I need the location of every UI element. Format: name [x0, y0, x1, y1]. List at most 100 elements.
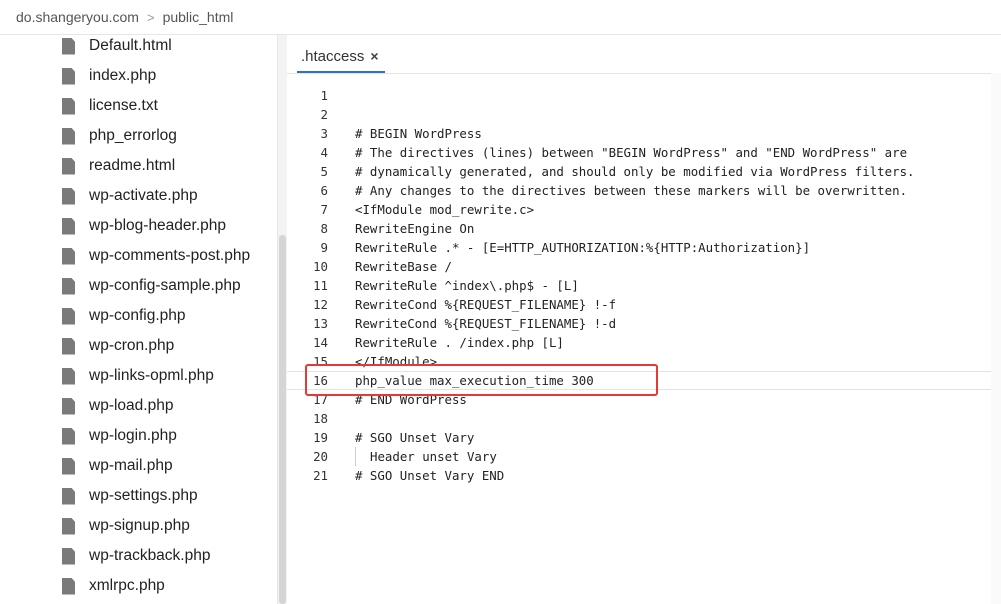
- line-number: 2: [320, 107, 328, 122]
- file-icon: [62, 157, 75, 175]
- code-line[interactable]: 21 # SGO Unset Vary END: [287, 466, 991, 485]
- code-line[interactable]: 4 # The directives (lines) between "BEGIN…: [287, 143, 991, 162]
- line-text: # Any changes to the directives between …: [355, 183, 908, 198]
- file-item[interactable]: wp-cron.php: [0, 331, 277, 361]
- line-text: RewriteRule . /index.php [L]: [355, 335, 564, 350]
- file-item[interactable]: wp-signup.php: [0, 511, 277, 541]
- file-icon: [62, 457, 75, 475]
- code-line[interactable]: 2: [287, 105, 991, 124]
- editor-scrollbar[interactable]: [991, 73, 1001, 604]
- file-item[interactable]: readme.html: [0, 151, 277, 181]
- file-item[interactable]: wp-trackback.php: [0, 541, 277, 571]
- file-name: wp-blog-header.php: [89, 217, 227, 234]
- line-number: 16: [313, 373, 328, 388]
- file-name: wp-load.php: [89, 397, 174, 414]
- code-line[interactable]: 11 RewriteRule ^index\.php$ - [L]: [287, 276, 991, 295]
- code-area[interactable]: 1 2 3 # BEGIN WordPress 4 # The directives (l…: [287, 86, 991, 485]
- file-item[interactable]: wp-login.php: [0, 421, 277, 451]
- file-name: wp-links-opml.php: [89, 367, 214, 384]
- line-text: RewriteBase /: [355, 259, 452, 274]
- code-line[interactable]: 16 php_value max_execution_time 300: [287, 371, 991, 390]
- code-line[interactable]: 8 RewriteEngine On: [287, 219, 991, 238]
- line-number: 3: [320, 126, 328, 141]
- file-name: wp-config-sample.php: [89, 277, 241, 294]
- code-line[interactable]: 19 # SGO Unset Vary: [287, 428, 991, 447]
- code-line[interactable]: 17 # END WordPress: [287, 390, 991, 409]
- file-icon: [62, 427, 75, 445]
- code-line[interactable]: 3 # BEGIN WordPress: [287, 124, 991, 143]
- line-number: 8: [320, 221, 328, 236]
- file-tree-scrollbar[interactable]: [277, 35, 287, 604]
- file-icon: [62, 67, 75, 85]
- file-item[interactable]: wp-comments-post.php: [0, 241, 277, 271]
- file-name: wp-signup.php: [89, 517, 190, 534]
- line-number: 15: [313, 354, 328, 369]
- code-line[interactable]: 13 RewriteCond %{REQUEST_FILENAME} !-d: [287, 314, 991, 333]
- file-item[interactable]: xmlrpc.php: [0, 571, 277, 601]
- file-item[interactable]: wp-activate.php: [0, 181, 277, 211]
- line-number: 14: [313, 335, 328, 350]
- file-icon: [62, 127, 75, 145]
- file-item[interactable]: wp-config.php: [0, 301, 277, 331]
- file-icon: [62, 517, 75, 535]
- line-text: Header unset Vary: [370, 449, 497, 464]
- file-item[interactable]: wp-links-opml.php: [0, 361, 277, 391]
- line-number: 1: [320, 88, 328, 103]
- file-item[interactable]: wp-mail.php: [0, 451, 277, 481]
- line-number: 12: [313, 297, 328, 312]
- code-line[interactable]: 5 # dynamically generated, and should onl…: [287, 162, 991, 181]
- file-item[interactable]: php_errorlog: [0, 121, 277, 151]
- file-list: Default.html index.php license.txt php_erro…: [0, 35, 277, 604]
- file-name: wp-comments-post.php: [89, 247, 251, 264]
- breadcrumb-folder[interactable]: public_html: [163, 9, 234, 25]
- line-text: RewriteCond %{REQUEST_FILENAME} !-d: [355, 316, 617, 331]
- breadcrumb-domain[interactable]: do.shangeryou.com: [16, 9, 139, 25]
- close-icon[interactable]: ×: [370, 48, 378, 64]
- line-text: <IfModule mod_rewrite.c>: [355, 202, 535, 217]
- file-name: php_errorlog: [89, 127, 177, 144]
- line-text: # SGO Unset Vary END: [355, 468, 505, 483]
- file-name: Default.html: [89, 37, 172, 54]
- file-icon: [62, 337, 75, 355]
- file-icon: [62, 397, 75, 415]
- file-icon: [62, 547, 75, 565]
- file-name: wp-login.php: [89, 427, 177, 444]
- line-text: RewriteRule ^index\.php$ - [L]: [355, 278, 579, 293]
- line-number: 13: [313, 316, 328, 331]
- code-line[interactable]: 15 </IfModule>: [287, 352, 991, 371]
- line-number: 4: [320, 145, 328, 160]
- code-line[interactable]: 6 # Any changes to the directives between…: [287, 181, 991, 200]
- file-icon: [62, 187, 75, 205]
- line-number: 19: [313, 430, 328, 445]
- code-line[interactable]: 9 RewriteRule .* - [E=HTTP_AUTHORIZATION:…: [287, 238, 991, 257]
- file-name: index.php: [89, 67, 157, 84]
- breadcrumb: do.shangeryou.com > public_html: [0, 0, 1001, 35]
- file-item[interactable]: wp-settings.php: [0, 481, 277, 511]
- code-line[interactable]: 14 RewriteRule . /index.php [L]: [287, 333, 991, 352]
- code-line[interactable]: 20 Header unset Vary: [287, 447, 991, 466]
- editor-tab-bar: .htaccess ×: [287, 35, 1001, 74]
- line-number: 21: [313, 468, 328, 483]
- tab-htaccess[interactable]: .htaccess ×: [297, 41, 385, 73]
- file-item[interactable]: wp-blog-header.php: [0, 211, 277, 241]
- code-line[interactable]: 10 RewriteBase /: [287, 257, 991, 276]
- file-item[interactable]: wp-load.php: [0, 391, 277, 421]
- code-line[interactable]: 7 <IfModule mod_rewrite.c>: [287, 200, 991, 219]
- file-name: license.txt: [89, 97, 158, 114]
- file-name: wp-mail.php: [89, 457, 173, 474]
- file-item[interactable]: Default.html: [0, 35, 277, 61]
- file-name: wp-config.php: [89, 307, 186, 324]
- file-tree-scrollbar-thumb[interactable]: [279, 235, 286, 604]
- file-item[interactable]: wp-config-sample.php: [0, 271, 277, 301]
- file-icon: [62, 37, 75, 55]
- code-line[interactable]: 1: [287, 86, 991, 105]
- file-item[interactable]: index.php: [0, 61, 277, 91]
- file-icon: [62, 367, 75, 385]
- file-icon: [62, 217, 75, 235]
- line-text: </IfModule>: [355, 354, 438, 369]
- line-text: RewriteCond %{REQUEST_FILENAME} !-f: [355, 297, 617, 312]
- indent-guide: [355, 447, 356, 466]
- code-line[interactable]: 18: [287, 409, 991, 428]
- code-line[interactable]: 12 RewriteCond %{REQUEST_FILENAME} !-f: [287, 295, 991, 314]
- file-item[interactable]: license.txt: [0, 91, 277, 121]
